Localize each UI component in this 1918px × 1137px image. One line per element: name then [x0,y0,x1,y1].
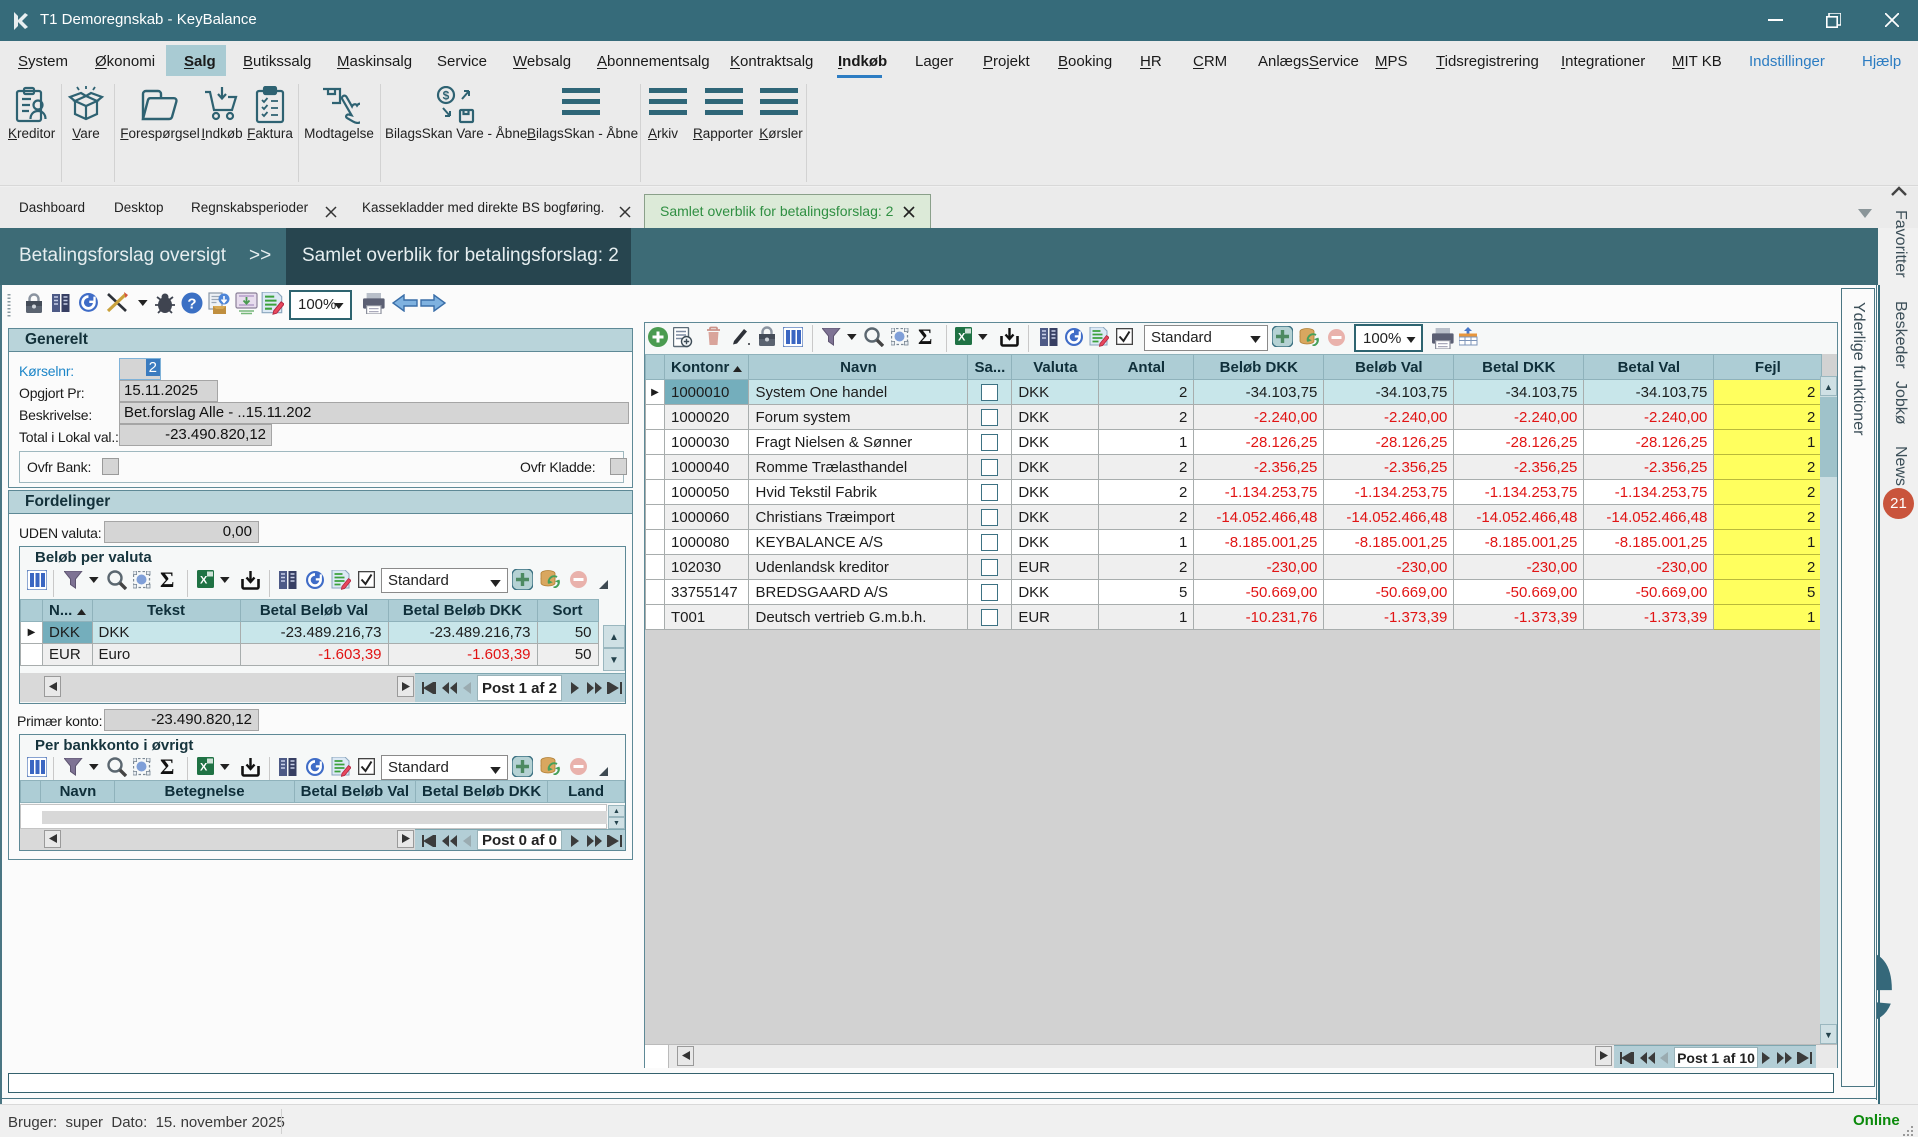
svg-text:e: e [1877,948,1896,1033]
svg-text:$: $ [443,89,450,103]
svg-text:?: ? [187,296,196,313]
